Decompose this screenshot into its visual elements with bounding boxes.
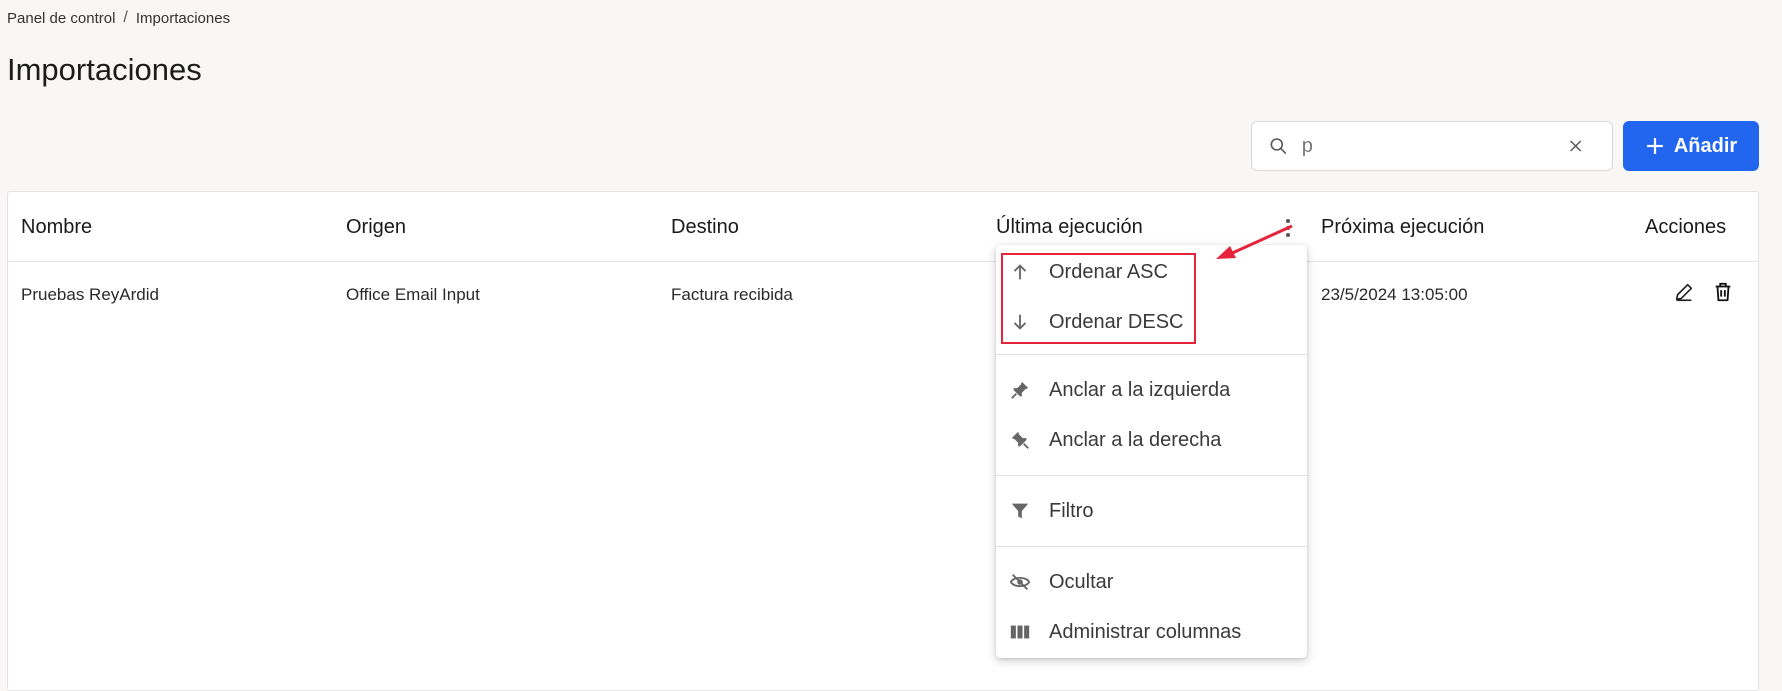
cell-origen: Office Email Input <box>346 285 480 304</box>
menu-item-label: Anclar a la izquierda <box>1049 378 1231 401</box>
filter-icon <box>1011 503 1029 519</box>
plus-icon <box>1646 138 1663 154</box>
menu-divider <box>996 475 1307 476</box>
search-box <box>1251 121 1613 171</box>
trash-icon[interactable] <box>1712 281 1734 303</box>
column-header-ultima-ejecucion[interactable]: Última ejecución <box>996 216 1143 239</box>
column-header-origen[interactable]: Origen <box>346 216 406 239</box>
search-input[interactable] <box>1287 134 1567 158</box>
menu-divider <box>996 354 1307 355</box>
annotation-arrow-icon <box>1216 224 1293 259</box>
columns-icon <box>1010 625 1030 639</box>
search-icon <box>1270 138 1287 154</box>
imports-table: Nombre Origen Destino Última ejecución P… <box>7 191 1759 691</box>
menu-item-manage-columns[interactable]: Administrar columnas <box>996 609 1307 655</box>
breadcrumb-separator: / <box>123 9 128 26</box>
menu-item-label: Filtro <box>1049 499 1094 522</box>
table-header: Nombre Origen Destino Última ejecución P… <box>8 192 1758 262</box>
row-actions <box>1673 281 1734 303</box>
edit-icon[interactable] <box>1673 281 1695 303</box>
add-button-label: Añadir <box>1673 134 1738 157</box>
column-header-nombre[interactable]: Nombre <box>21 216 92 239</box>
page-title: Importaciones <box>7 52 202 87</box>
breadcrumb-current: Importaciones <box>135 9 231 27</box>
cell-proxima-ejecucion: 23/5/2024 13:05:00 <box>1321 285 1468 304</box>
cell-destino: Factura recibida <box>671 285 793 304</box>
pin-right-icon <box>1011 431 1029 449</box>
close-icon[interactable] <box>1567 134 1584 158</box>
menu-item-pin-right[interactable]: Anclar a la derecha <box>996 417 1307 463</box>
eye-off-icon <box>1009 574 1031 590</box>
menu-item-filter[interactable]: Filtro <box>996 488 1307 534</box>
menu-item-pin-left[interactable]: Anclar a la izquierda <box>996 367 1307 413</box>
menu-item-label: Administrar columnas <box>1049 620 1242 643</box>
menu-item-label: Ocultar <box>1049 570 1114 593</box>
menu-divider <box>996 546 1307 547</box>
column-header-destino[interactable]: Destino <box>671 216 739 239</box>
menu-item-label: Anclar a la derecha <box>1049 428 1222 451</box>
breadcrumb-home[interactable]: Panel de control <box>7 10 115 27</box>
annotation-highlight-box <box>1001 253 1196 344</box>
breadcrumb: Panel de control / Importaciones <box>7 9 230 27</box>
column-header-proxima-ejecucion[interactable]: Próxima ejecución <box>1321 216 1484 239</box>
pin-left-icon <box>1011 381 1029 399</box>
cell-nombre: Pruebas ReyArdid <box>21 285 159 304</box>
menu-item-hide[interactable]: Ocultar <box>996 559 1307 605</box>
column-header-acciones: Acciones <box>1645 216 1727 238</box>
add-button[interactable]: Añadir <box>1623 121 1759 171</box>
